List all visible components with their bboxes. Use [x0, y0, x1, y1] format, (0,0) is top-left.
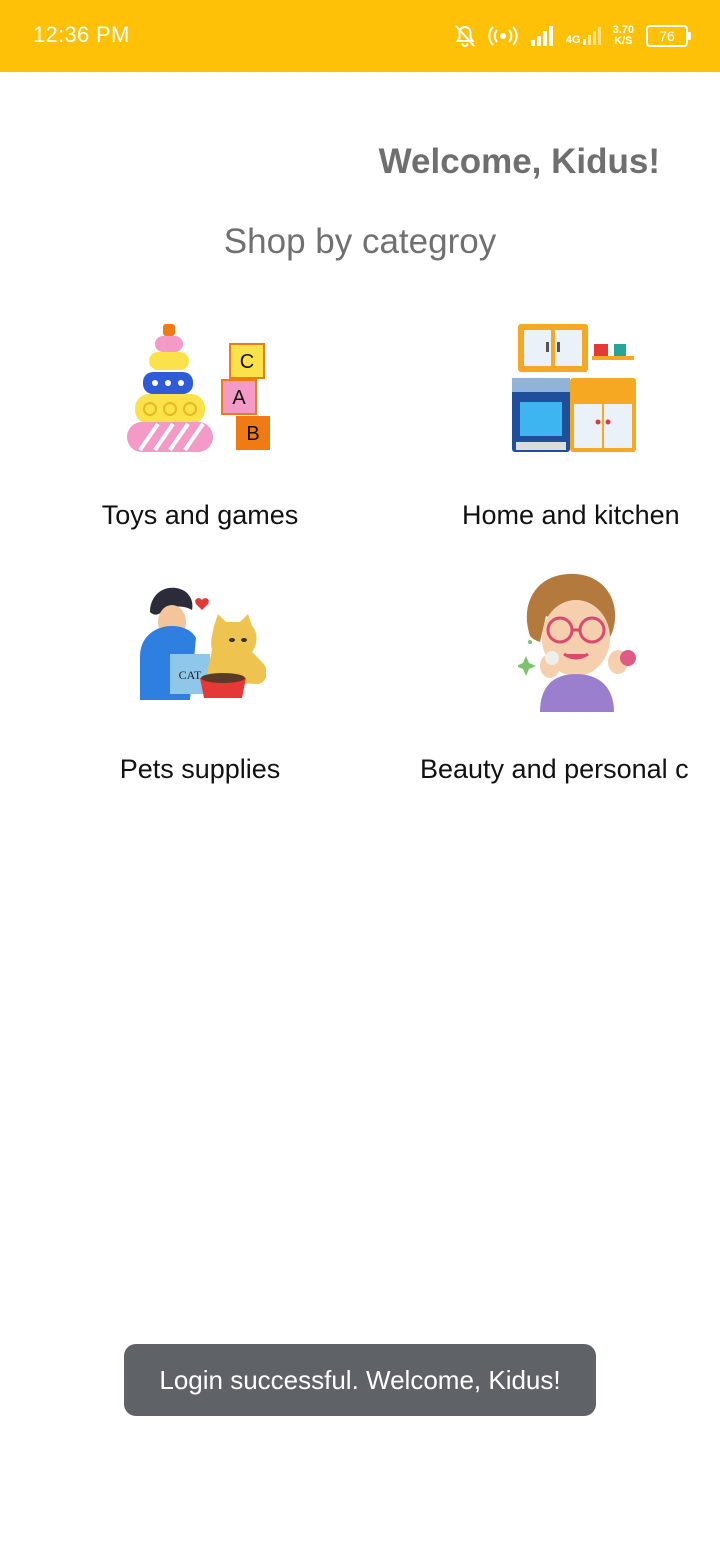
svg-text:C: C	[240, 351, 254, 373]
welcome-heading: Welcome, Kidus!	[378, 142, 660, 181]
svg-text:B: B	[246, 423, 259, 445]
signal-icon	[530, 26, 553, 46]
category-card-toys[interactable]: C A B Toys and games	[0, 300, 400, 550]
net-speed: 3.70 K/S	[613, 25, 634, 47]
svg-text:A: A	[232, 387, 246, 409]
category-card-pets[interactable]: CAT Pets supplies	[0, 560, 400, 800]
section-title: Shop by categroy	[223, 222, 497, 261]
network-type: 4G	[565, 34, 581, 46]
beauty-illustration	[518, 573, 636, 712]
category-card-home[interactable]: Home and kitchen	[400, 300, 720, 550]
net-speed-unit: K/S	[614, 35, 633, 47]
status-time: 12:36 PM	[33, 22, 130, 47]
toys-illustration: C A B	[127, 324, 270, 452]
kitchen-illustration	[512, 324, 636, 452]
category-label: Beauty and personal care	[420, 754, 688, 784]
battery-icon: 76	[646, 25, 691, 47]
signal-4g-icon: 4G	[566, 26, 601, 46]
category-card-beauty[interactable]: Beauty and personal care	[400, 560, 720, 800]
status-bar: 12:36 PM 4G 3.70 K/S 76	[0, 0, 720, 72]
bell-off-icon	[455, 25, 475, 47]
status-icons: 4G 3.70 K/S 76	[454, 20, 691, 52]
hotspot-icon	[488, 26, 518, 46]
pet-owner-illustration: CAT	[140, 587, 266, 700]
category-label: Pets supplies	[119, 754, 281, 784]
category-label: Home and kitchen	[462, 500, 680, 530]
toast-message: Login successful. Welcome, Kidus!	[124, 1344, 596, 1416]
category-label: Toys and games	[101, 500, 299, 530]
svg-text:CAT: CAT	[179, 668, 202, 682]
